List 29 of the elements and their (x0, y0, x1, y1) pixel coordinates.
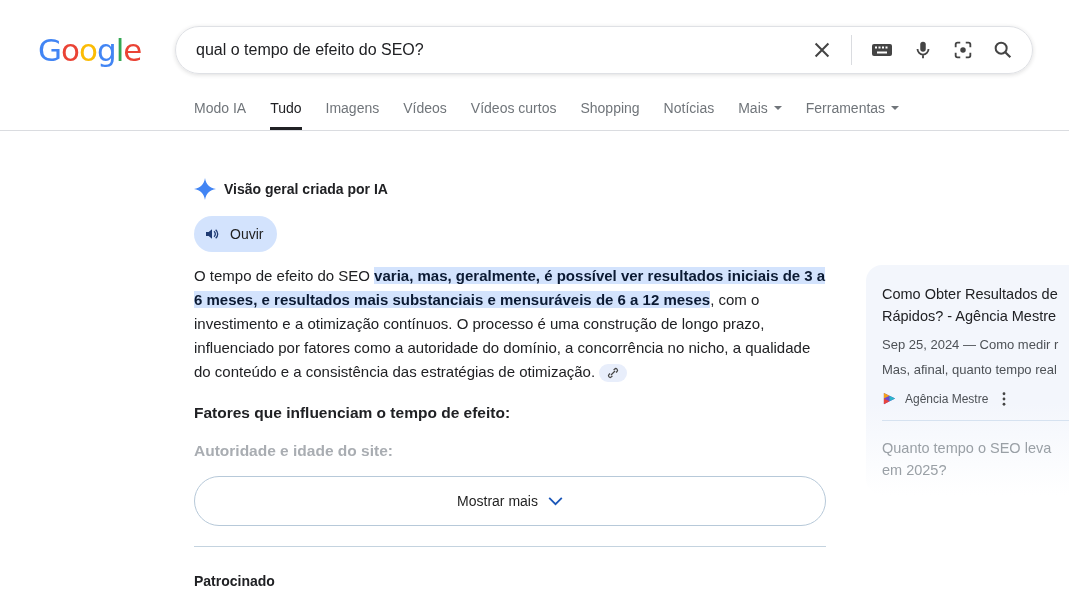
search-tab[interactable]: Vídeos curtos (470, 75, 557, 130)
faded-subheading: Autoridade e idade do site: (194, 442, 394, 460)
search-icon[interactable] (992, 39, 1014, 61)
search-tab[interactable]: Notícias (663, 75, 715, 130)
search-tab[interactable]: Tudo (270, 75, 302, 130)
sponsored-label: Patrocinado (194, 573, 276, 589)
search-tab[interactable]: Ferramentas (805, 75, 900, 130)
more-options-icon[interactable] (1002, 391, 1007, 406)
google-logo[interactable]: Google (38, 34, 175, 66)
search-tab[interactable]: Mais (738, 75, 782, 130)
source-snippet: Sep 25, 2024 — Como medir r (882, 337, 1060, 352)
site-name: Agência Mestre (905, 391, 989, 406)
ai-overview-paragraph: O tempo de efeito do SEO varia, mas, geralmente, é possível ver resultados iniciais de 3 a 6 meses, e resultados mais substanciais e mensuráveis de 6 a 12 meses, com o investimento e a otimização contínuos. O processo é uma construção de longo prazo, influenciado por fatores como a autoridade do domínio, a concorrência no nicho, a qualidade do conteúdo e a consistência das estratégias de otimização. (194, 264, 826, 384)
source-title[interactable]: Quanto tempo o SEO leva em 2025? (882, 437, 1066, 481)
section-heading: Fatores que influenciam o tempo de efeito: (194, 404, 512, 422)
camera-icon[interactable] (952, 39, 974, 61)
search-tab[interactable]: Vídeos (403, 75, 447, 130)
link-icon[interactable] (599, 364, 628, 383)
source-snippet: Mas, afinal, quanto tempo real (882, 362, 1058, 377)
listen-button[interactable]: Ouvir (194, 216, 278, 252)
search-tab[interactable]: Modo IA (194, 75, 247, 130)
search-tab[interactable]: Imagens (325, 75, 380, 130)
search-tab[interactable]: Shopping (580, 75, 640, 130)
site-logo-icon (882, 391, 897, 406)
sparkle-icon (194, 178, 216, 200)
chevron-down-icon (547, 496, 563, 506)
source-title[interactable]: Como Obter Resultados de Rápidos? - Agência Mestre (882, 283, 1066, 327)
ai-overview-title: Visão geral criada por IA (224, 181, 388, 197)
show-more-button[interactable]: Mostrar mais (194, 476, 826, 526)
